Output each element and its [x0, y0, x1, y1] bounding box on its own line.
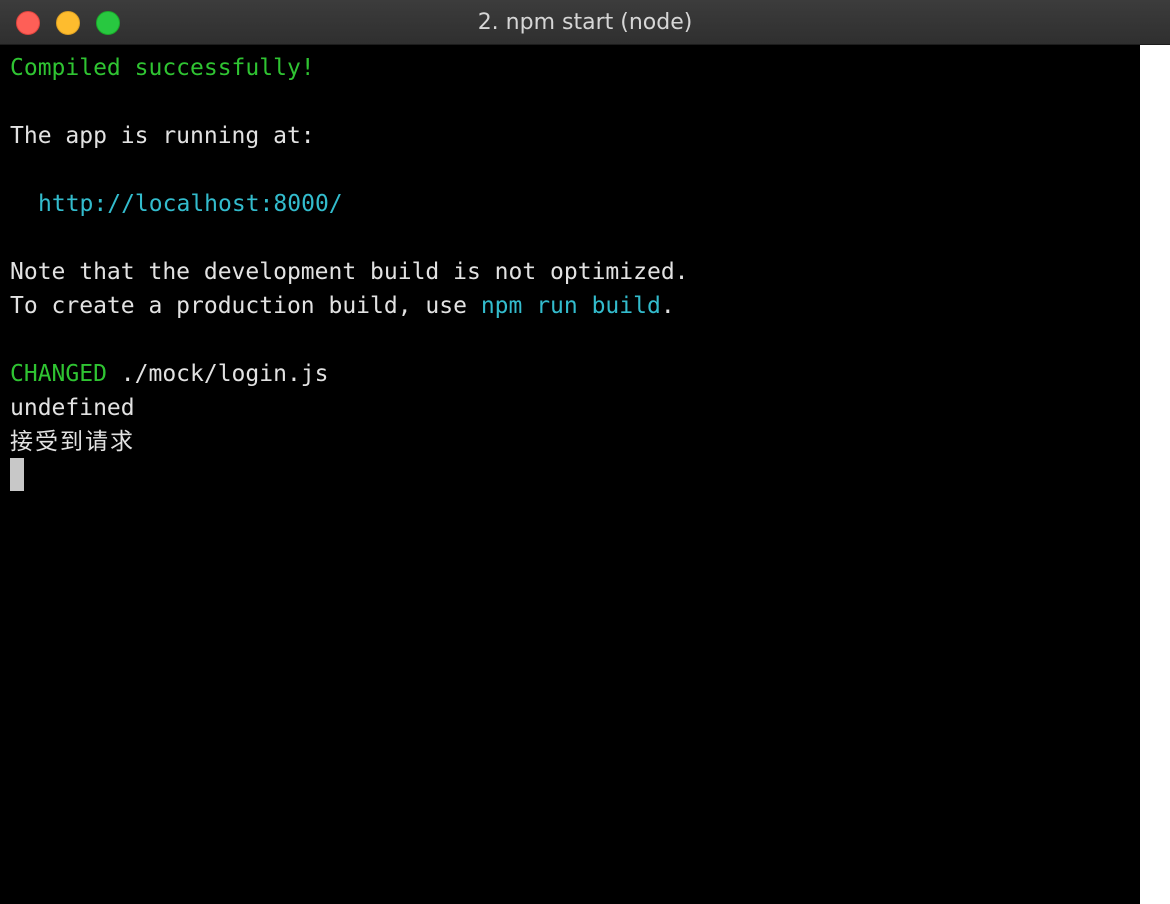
local-url[interactable]: http://localhost:8000/ [38, 187, 343, 221]
terminal-cursor [10, 458, 24, 491]
title-bar[interactable]: 2. npm start (node) [0, 0, 1170, 45]
window-edge [1140, 45, 1170, 904]
terminal-window: 2. npm start (node) Compiled successfull… [0, 0, 1170, 904]
changed-label: CHANGED [10, 361, 107, 387]
changed-path: ./mock/login.js [106, 361, 329, 387]
running-message: The app is running at: [10, 123, 315, 149]
window-title: 2. npm start (node) [477, 10, 693, 35]
production-build-prefix: To create a production build, use [10, 293, 481, 319]
development-note: Note that the development build is not o… [10, 259, 689, 285]
changed-file-line: CHANGED ./mock/login.js [10, 357, 329, 391]
undefined-output: undefined [10, 395, 135, 421]
production-build-suffix: . [660, 293, 675, 319]
terminal-output[interactable]: Compiled successfully! The app is runnin… [0, 45, 1140, 904]
production-build-line: To create a production build, use npm ru… [10, 289, 675, 323]
build-command: npm run build [480, 293, 661, 319]
compiled-message: Compiled successfully! [10, 55, 315, 81]
request-received-output: 接受到请求 [10, 429, 135, 455]
